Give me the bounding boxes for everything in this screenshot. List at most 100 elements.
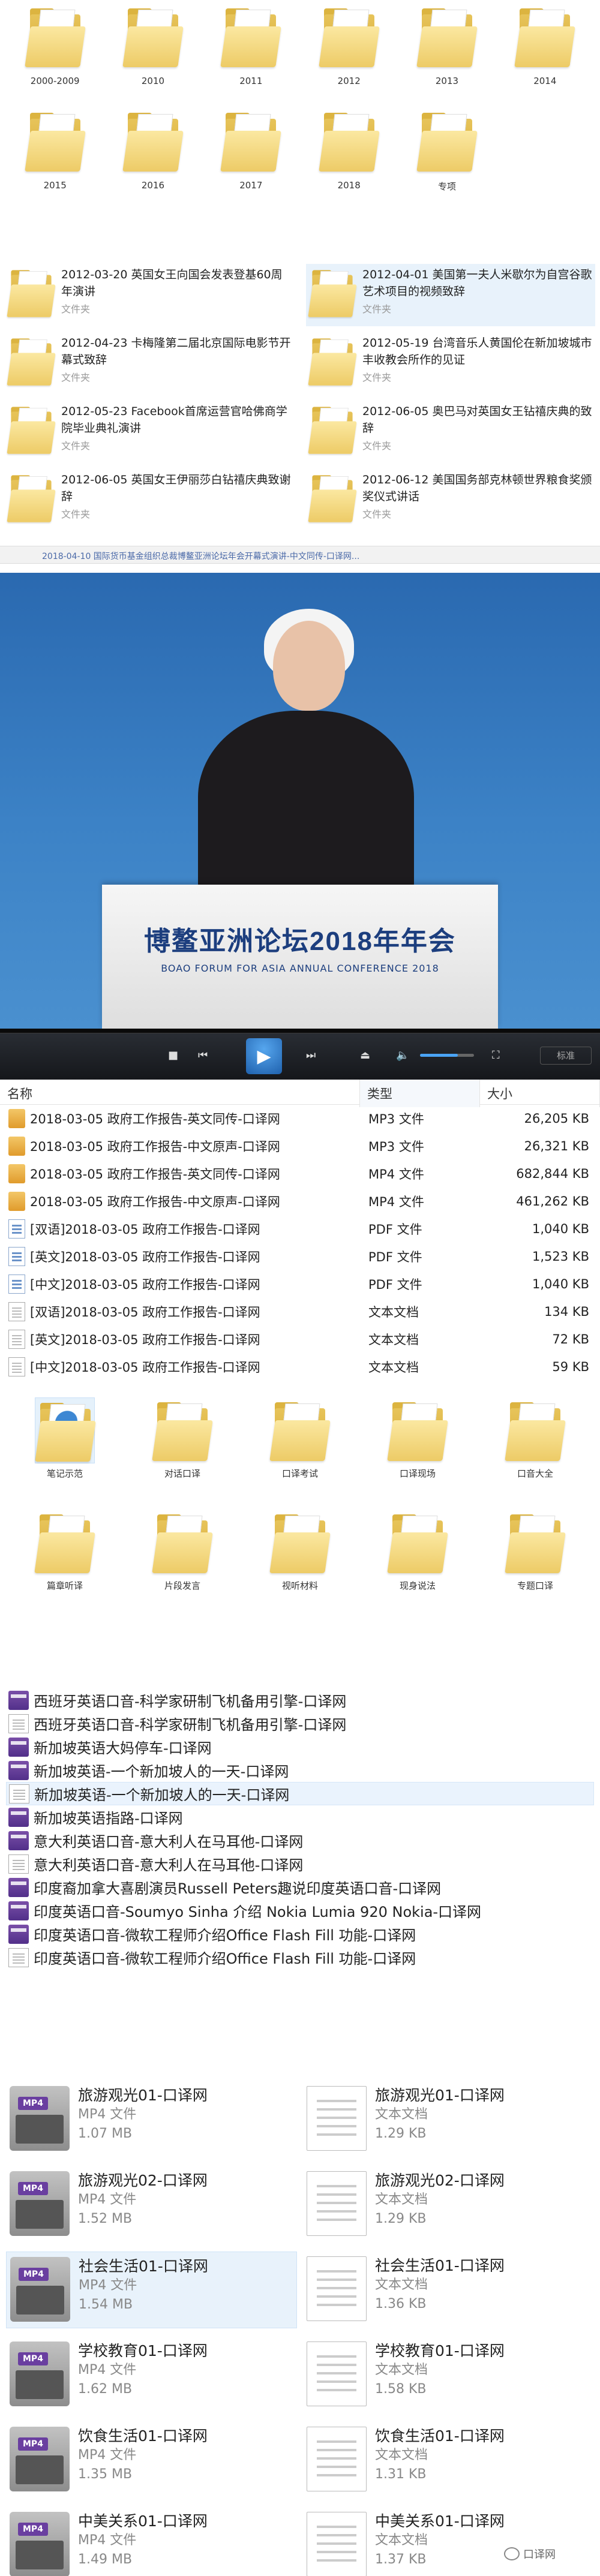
file-tile[interactable]: MP4 旅游观光01-口译网 MP4 文件 1.07 MB [6, 2081, 297, 2158]
folder-icon [24, 4, 86, 70]
list-item[interactable]: 印度裔加拿大喜剧演员Russell Peters趣说印度英语口音-口译网 [6, 1875, 594, 1899]
list-item[interactable]: 新加坡英语-一个新加坡人的一天-口译网 [6, 1782, 594, 1805]
file-size: 1,040 KB [532, 1222, 589, 1236]
file-row[interactable]: 2018-03-05 政府工作报告-中文原声-口译网 MP4 文件 461,262 … [0, 1188, 600, 1215]
folder-label: 2012 [337, 76, 361, 86]
list-item[interactable]: 新加坡英语-一个新加坡人的一天-口译网 [6, 1759, 594, 1782]
tile-size: 1.35 MB [78, 2467, 133, 2482]
file-row[interactable]: [双语]2018-03-05 政府工作报告-口译网 PDF 文件 1,040 KB [0, 1215, 600, 1243]
volume-slider[interactable] [420, 1054, 474, 1057]
folder-label: 2018 [337, 180, 361, 191]
folder-item[interactable]: 2017 [202, 108, 300, 193]
folder-item[interactable]: 2016 [104, 108, 202, 193]
file-type: 文本文档 [368, 1360, 419, 1375]
standard-mode-button[interactable]: 标准 [540, 1047, 592, 1065]
folder-item[interactable]: 片段发言 [124, 1510, 241, 1592]
video-frame[interactable]: 博鳌亚洲论坛2018年年会 BOAO FORUM FOR ASIA ANNUAL… [0, 573, 600, 1029]
file-row[interactable]: [中文]2018-03-05 政府工作报告-口译网 PDF 文件 1,040 KB [0, 1270, 600, 1298]
file-row[interactable]: [英文]2018-03-05 政府工作报告-口译网 PDF 文件 1,523 KB [0, 1243, 600, 1270]
speech-subtitle: 文件夹 [61, 509, 91, 520]
file-tile[interactable]: 社会生活01-口译网 文本文档 1.36 KB [303, 2252, 594, 2328]
file-type: PDF 文件 [368, 1222, 422, 1237]
folder-item[interactable]: 口音大全 [476, 1397, 594, 1480]
column-type[interactable]: 类型 [360, 1080, 480, 1107]
list-item[interactable]: 意大利英语口音-意大利人在马耳他-口译网 [6, 1852, 594, 1875]
volume-icon[interactable]: 🔈 [396, 1049, 409, 1062]
tile-size: 1.37 KB [375, 2552, 427, 2567]
folder-item[interactable]: 笔记示范 [6, 1397, 124, 1480]
folder-item[interactable]: 2000-2009 [6, 4, 104, 86]
video-file-icon [8, 1737, 29, 1757]
fullscreen-icon[interactable]: ⛶ [492, 1049, 500, 1062]
file-tile[interactable]: 旅游观光02-口译网 文本文档 1.29 KB [303, 2166, 594, 2243]
file-tile[interactable]: MP4 学校教育01-口译网 MP4 文件 1.62 MB [6, 2337, 297, 2413]
page: 2000-2009 2010 2011 2012 2013 2014 2015 … [0, 0, 600, 2576]
list-item[interactable]: 印度英语口音-微软工程师介绍Office Flash Fill 功能-口译网 [6, 1946, 594, 1969]
list-item-label: 西班牙英语口音-科学家研制飞机备用引擎-口译网 [34, 1693, 347, 1710]
list-item[interactable]: 新加坡英语指路-口译网 [6, 1805, 594, 1829]
file-row[interactable]: [中文]2018-03-05 政府工作报告-口译网 文本文档 59 KB [0, 1353, 600, 1381]
list-item[interactable]: 新加坡英语大妈停车-口译网 [6, 1735, 594, 1759]
file-tile[interactable]: 中美关系01-口译网 文本文档 1.37 KB [303, 2507, 594, 2576]
file-row[interactable]: 2018-03-05 政府工作报告-中文原声-口译网 MP3 文件 26,321 K… [0, 1132, 600, 1160]
seek-bar[interactable] [0, 1029, 600, 1033]
file-row[interactable]: [英文]2018-03-05 政府工作报告-口译网 文本文档 72 KB [0, 1325, 600, 1353]
file-size: 682,844 KB [516, 1167, 589, 1181]
file-tile[interactable]: 饮食生活01-口译网 文本文档 1.31 KB [303, 2422, 594, 2499]
video-file-icon [8, 1807, 29, 1827]
file-tile[interactable]: MP4 饮食生活01-口译网 MP4 文件 1.35 MB [6, 2422, 297, 2499]
file-tile[interactable]: MP4 中美关系01-口译网 MP4 文件 1.49 MB [6, 2507, 297, 2576]
next-icon[interactable]: ⏭ [306, 1049, 316, 1062]
list-item[interactable]: 意大利英语口音-意大利人在马耳他-口译网 [6, 1829, 594, 1852]
stop-icon[interactable]: ■ [168, 1049, 178, 1062]
speech-folder-item[interactable]: 2012-06-05 英国女王伊丽莎白钻禧庆典致谢辞 文件夹 [5, 469, 294, 531]
play-button[interactable]: ▶ [246, 1038, 282, 1074]
file-row[interactable]: 2018-03-05 政府工作报告-英文同传-口译网 MP4 文件 682,844 … [0, 1160, 600, 1188]
file-tile[interactable]: MP4 旅游观光02-口译网 MP4 文件 1.52 MB [6, 2166, 297, 2243]
previous-icon[interactable]: ⏮ [198, 1049, 208, 1062]
tile-name: 社会生活01-口译网 [375, 2257, 505, 2274]
list-item[interactable]: 印度英语口音-Soumyo Sinha 介绍 Nokia Lumia 920 N… [6, 1899, 594, 1922]
folder-item[interactable]: 视听材料 [241, 1510, 359, 1592]
folder-item[interactable]: 2018 [300, 108, 398, 193]
folder-item[interactable]: 专项 [398, 108, 496, 193]
speech-folder-item[interactable]: 2012-05-19 台湾音乐人黄国伦在新加坡城市丰收教会所作的见证 文件夹 [306, 332, 595, 395]
file-tile[interactable]: 学校教育01-口译网 文本文档 1.58 KB [303, 2337, 594, 2413]
folder-item[interactable]: 2014 [496, 4, 594, 86]
folder-item[interactable]: 对话口译 [124, 1397, 241, 1480]
speech-folder-item[interactable]: 2012-06-05 奥巴马对英国女王钻禧庆典的致辞 文件夹 [306, 401, 595, 463]
folder-item[interactable]: 口译现场 [359, 1397, 476, 1480]
column-size[interactable]: 大小 [480, 1080, 600, 1107]
media-file-icon [8, 1192, 25, 1211]
speech-folder-item[interactable]: 2012-05-23 Facebook首席运营官哈佛商学院毕业典礼演讲 文件夹 [5, 401, 294, 463]
speech-folder-item[interactable]: 2012-06-12 美国国务部克林顿世界粮食奖颁奖仪式讲话 文件夹 [306, 469, 595, 531]
podium-title: 博鳌亚洲论坛2018年年会 [144, 927, 456, 956]
tile-type: MP4 文件 [78, 2107, 137, 2122]
tile-size: 1.52 MB [78, 2211, 133, 2226]
folder-item[interactable]: 篇章听译 [6, 1510, 124, 1592]
folder-item[interactable]: 2012 [300, 4, 398, 86]
file-tile[interactable]: MP4 社会生活01-口译网 MP4 文件 1.54 MB [6, 2252, 297, 2328]
file-type: MP3 文件 [368, 1112, 424, 1126]
speech-folder-item[interactable]: 2012-04-23 卡梅隆第二届北京国际电影节开幕式致辞 文件夹 [5, 332, 294, 395]
list-item[interactable]: 印度英语口音-微软工程师介绍Office Flash Fill 功能-口译网 [6, 1922, 594, 1946]
folder-item[interactable]: 现身说法 [359, 1510, 476, 1592]
list-item[interactable]: 西班牙英语口音-科学家研制飞机备用引擎-口译网 [6, 1688, 594, 1712]
folder-item[interactable]: 2010 [104, 4, 202, 86]
folder-label: 2017 [239, 180, 263, 191]
eject-icon[interactable]: ⏏ [360, 1049, 370, 1062]
folder-item[interactable]: 2011 [202, 4, 300, 86]
file-row[interactable]: [双语]2018-03-05 政府工作报告-口译网 文本文档 134 KB [0, 1298, 600, 1325]
folder-item[interactable]: 专题口译 [476, 1510, 594, 1592]
folder-label: 2015 [43, 180, 67, 191]
column-name[interactable]: 名称 [0, 1080, 360, 1107]
speech-folder-item[interactable]: 2012-03-20 英国女王向国会发表登基60周年演讲 文件夹 [5, 264, 294, 326]
file-row[interactable]: 2018-03-05 政府工作报告-英文同传-口译网 MP3 文件 26,205 K… [0, 1105, 600, 1132]
folder-item[interactable]: 2013 [398, 4, 496, 86]
folder-label: 篇章听译 [46, 1580, 83, 1591]
list-item[interactable]: 西班牙英语口音-科学家研制飞机备用引擎-口译网 [6, 1712, 594, 1735]
speech-folder-item[interactable]: 2012-04-01 美国第一夫人米歇尔为自宫谷歌艺术项目的视频致辞 文件夹 [306, 264, 595, 326]
file-tile[interactable]: 旅游观光01-口译网 文本文档 1.29 KB [303, 2081, 594, 2158]
folder-item[interactable]: 2015 [6, 108, 104, 193]
folder-item[interactable]: 口译考试 [241, 1397, 359, 1480]
